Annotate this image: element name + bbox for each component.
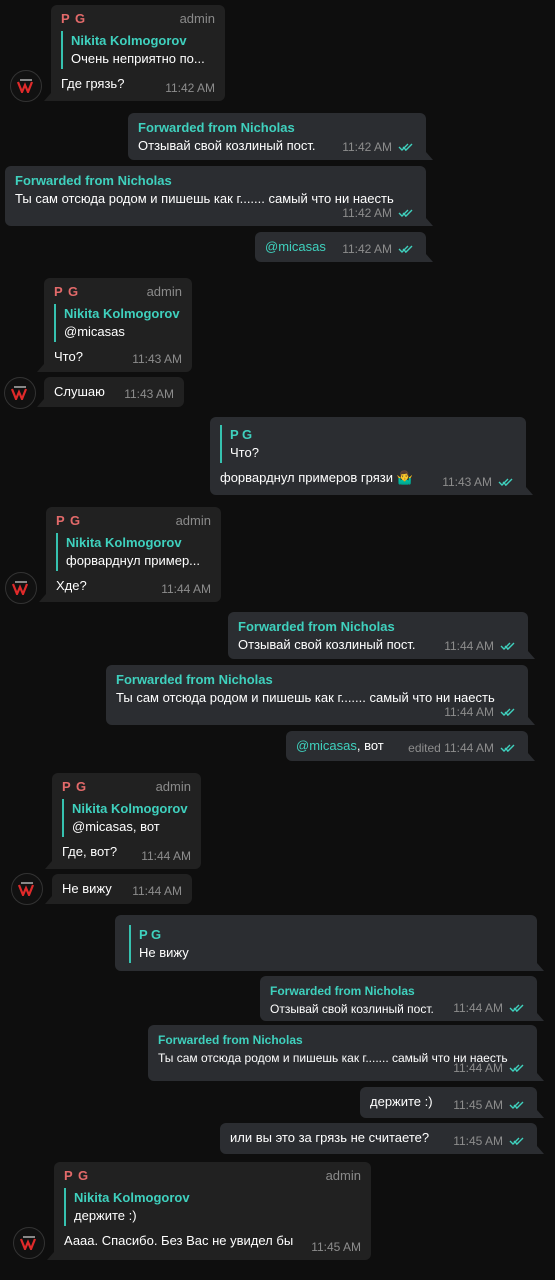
avatar-logo-icon xyxy=(18,882,36,896)
sender-role: admin xyxy=(179,11,215,26)
reply-author: Nikita Kolmogorov xyxy=(71,33,187,48)
sender-role: admin xyxy=(175,513,211,528)
double-check-icon xyxy=(509,1063,527,1073)
message-time: 11:45 AM xyxy=(453,1134,503,1148)
reply-author: P G xyxy=(139,927,162,942)
message-time: 11:43 AM xyxy=(442,475,492,489)
double-check-icon xyxy=(398,244,416,254)
reply-author: Nikita Kolmogorov xyxy=(72,801,188,816)
double-check-icon xyxy=(500,641,518,651)
message-bubble[interactable]: Слушаю 11:43 AM xyxy=(37,377,184,407)
message-time: 11:42 AM xyxy=(165,81,215,95)
message-bubble[interactable]: Не вижу 11:44 AM xyxy=(45,874,192,904)
message-bubble[interactable]: @micasas 11:42 AM xyxy=(255,232,433,262)
message-time: 11:44 AM xyxy=(453,1061,503,1075)
forwarded-label[interactable]: Forwarded from Nicholas xyxy=(138,119,416,137)
reply-text: @micasas, вот xyxy=(72,819,160,834)
double-check-icon xyxy=(498,477,516,487)
sender-role: admin xyxy=(325,1168,361,1183)
avatar[interactable] xyxy=(13,1227,45,1259)
message-time: 11:44 AM xyxy=(453,1001,503,1015)
message-time: 11:43 AM xyxy=(124,387,174,401)
message-time: 11:44 AM xyxy=(132,884,182,898)
sender-name[interactable]: P G xyxy=(54,284,79,300)
message-time: 11:44 AM xyxy=(444,705,494,719)
avatar[interactable] xyxy=(11,873,43,905)
message-time: 11:44 AM xyxy=(161,582,211,596)
avatar-logo-icon xyxy=(11,386,29,400)
reply-text: держите :) xyxy=(74,1208,137,1223)
sender-name[interactable]: P G xyxy=(56,513,81,529)
double-check-icon xyxy=(509,1003,527,1013)
double-check-icon xyxy=(500,743,518,753)
reply-quote[interactable]: Nikita Kolmogorov держите :) xyxy=(64,1188,361,1226)
reply-quote[interactable]: P G Не вижу xyxy=(129,925,527,963)
message-bubble[interactable]: Forwarded from Nicholas Отзывай свой коз… xyxy=(128,113,433,160)
reply-quote[interactable]: Nikita Kolmogorov форварднул пример... xyxy=(56,533,211,571)
double-check-icon xyxy=(398,142,416,152)
message-bubble[interactable]: держите :) 11:45 AM xyxy=(360,1087,544,1118)
mention-link[interactable]: @micasas xyxy=(296,738,357,753)
reply-text: Очень неприятно по... xyxy=(71,51,205,66)
message-bubble[interactable]: Forwarded from Nicholas Ты сам отсюда ро… xyxy=(5,166,433,226)
message-time: 11:44 AM xyxy=(444,639,494,653)
message-time: 11:43 AM xyxy=(132,352,182,366)
forwarded-label[interactable]: Forwarded from Nicholas xyxy=(158,1031,527,1049)
double-check-icon xyxy=(509,1136,527,1146)
reply-author: P G xyxy=(230,427,253,442)
sender-name[interactable]: P G xyxy=(64,1168,89,1184)
mention-link[interactable]: @micasas xyxy=(265,239,326,254)
message-bubble[interactable]: P G admin Nikita Kolmogorov @micasas, вот… xyxy=(45,773,201,869)
sender-name[interactable]: P G xyxy=(62,779,87,795)
double-check-icon xyxy=(398,208,416,218)
forwarded-label[interactable]: Forwarded from Nicholas xyxy=(238,618,518,636)
reply-quote[interactable]: Nikita Kolmogorov Очень неприятно по... xyxy=(61,31,215,69)
reply-text: форварднул пример... xyxy=(66,553,201,568)
forwarded-label[interactable]: Forwarded from Nicholas xyxy=(116,671,518,689)
message-bubble[interactable]: Forwarded from Nicholas Отзывай свой коз… xyxy=(260,976,544,1021)
sender-role: admin xyxy=(155,779,191,794)
message-time: 11:45 AM xyxy=(311,1240,361,1254)
forwarded-label[interactable]: Forwarded from Nicholas xyxy=(270,982,527,1000)
message-bubble[interactable]: P Gadmin Nikita Kolmogorov держите :) Аа… xyxy=(47,1162,371,1260)
message-bubble[interactable]: P G Что? форварднул примеров грязи 🤷‍♂️ … xyxy=(210,417,533,495)
avatar[interactable] xyxy=(4,377,36,409)
sender-role: admin xyxy=(146,284,182,299)
avatar-logo-icon xyxy=(12,581,30,595)
avatar-logo-icon xyxy=(20,1236,38,1250)
message-time: 11:42 AM xyxy=(342,242,392,256)
message-bubble[interactable]: Forwarded from Nicholas Ты сам отсюда ро… xyxy=(106,665,535,725)
reply-text: Что? xyxy=(230,445,259,460)
sender-name[interactable]: P G xyxy=(61,11,86,27)
message-bubble[interactable]: или вы это за грязь не считаете? 11:45 A… xyxy=(220,1123,544,1154)
reply-quote[interactable]: Nikita Kolmogorov @micasas xyxy=(54,304,182,342)
message-text: , вот xyxy=(356,738,384,753)
message-time: 11:45 AM xyxy=(453,1098,503,1112)
message-bubble[interactable]: Forwarded from Nicholas Отзывай свой коз… xyxy=(228,612,535,659)
message-time: 11:42 AM xyxy=(342,206,392,220)
forwarded-label[interactable]: Forwarded from Nicholas xyxy=(15,172,416,190)
message-time: edited 11:44 AM xyxy=(408,741,494,755)
reply-text: @micasas xyxy=(64,324,125,339)
avatar-logo-icon xyxy=(17,79,35,93)
avatar[interactable] xyxy=(5,572,37,604)
message-time: 11:44 AM xyxy=(141,849,191,863)
double-check-icon xyxy=(500,707,518,717)
reply-author: Nikita Kolmogorov xyxy=(64,306,180,321)
reply-quote[interactable]: Nikita Kolmogorov @micasas, вот xyxy=(62,799,191,837)
message-bubble[interactable]: P Gadmin Nikita Kolmogorov @micasas Что?… xyxy=(37,278,192,372)
reply-text: Не вижу xyxy=(139,945,189,960)
message-bubble[interactable]: P G admin Nikita Kolmogorov форварднул пр… xyxy=(39,507,221,602)
message-bubble[interactable]: Forwarded from Nicholas Ты сам отсюда ро… xyxy=(148,1025,544,1081)
reply-quote[interactable]: P G Что? xyxy=(220,425,516,463)
message-bubble[interactable]: P G Не вижу xyxy=(115,915,544,971)
avatar[interactable] xyxy=(10,70,42,102)
reply-author: Nikita Kolmogorov xyxy=(74,1190,190,1205)
reply-author: Nikita Kolmogorov xyxy=(66,535,182,550)
double-check-icon xyxy=(509,1100,527,1110)
message-bubble[interactable]: @micasas, вот edited 11:44 AM xyxy=(286,731,535,761)
message-bubble[interactable]: P G admin Nikita Kolmogorov Очень неприят… xyxy=(44,5,225,101)
message-time: 11:42 AM xyxy=(342,140,392,154)
